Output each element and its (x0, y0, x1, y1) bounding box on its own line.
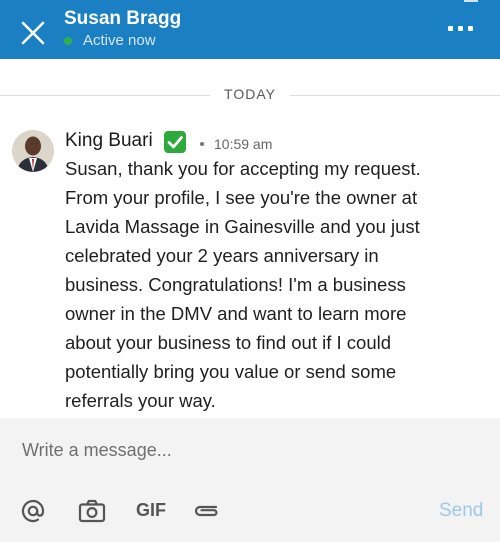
header-top-edge (464, 0, 478, 2)
camera-icon[interactable] (78, 498, 106, 524)
avatar[interactable] (12, 130, 54, 172)
check-mark-button-icon (164, 131, 186, 153)
sender-name[interactable]: King Buari (65, 130, 153, 152)
send-button[interactable]: Send (439, 500, 483, 522)
chat-header: Susan Bragg Active now (0, 0, 500, 59)
gif-icon[interactable]: GIF (136, 500, 166, 521)
active-status-dot (64, 37, 72, 45)
attachment-icon[interactable] (192, 502, 222, 520)
contact-name[interactable]: Susan Bragg (64, 8, 181, 30)
message-line: Susan, thank you for accepting my reques… (65, 158, 421, 179)
message-line: owner in the DMV and want to learn more (65, 303, 407, 324)
separator-dot (200, 142, 204, 146)
message-line: referrals your way. (65, 390, 216, 411)
message-time: 10:59 am (214, 136, 273, 152)
avatar-icon (12, 130, 54, 172)
mention-icon[interactable] (20, 498, 46, 524)
day-label: TODAY (210, 86, 290, 102)
message-line: potentially bring you value or send some (65, 361, 397, 382)
message-body: Susan, thank you for accepting my reques… (65, 154, 485, 415)
close-icon[interactable] (20, 20, 46, 46)
active-status-text: Active now (83, 32, 156, 49)
message-input[interactable] (22, 438, 472, 462)
more-options-icon[interactable] (446, 26, 476, 38)
message-line: business. Congratulations! I'm a busines… (65, 274, 406, 295)
message-line: From your profile, I see you're the owne… (65, 187, 418, 208)
message-line: Lavida Massage in Gainesville and you ju… (65, 216, 420, 237)
composer-area (0, 418, 500, 542)
message-line: about your business to find out if I cou… (65, 332, 392, 353)
message-line: celebrated your 2 years anniversary in (65, 245, 379, 266)
